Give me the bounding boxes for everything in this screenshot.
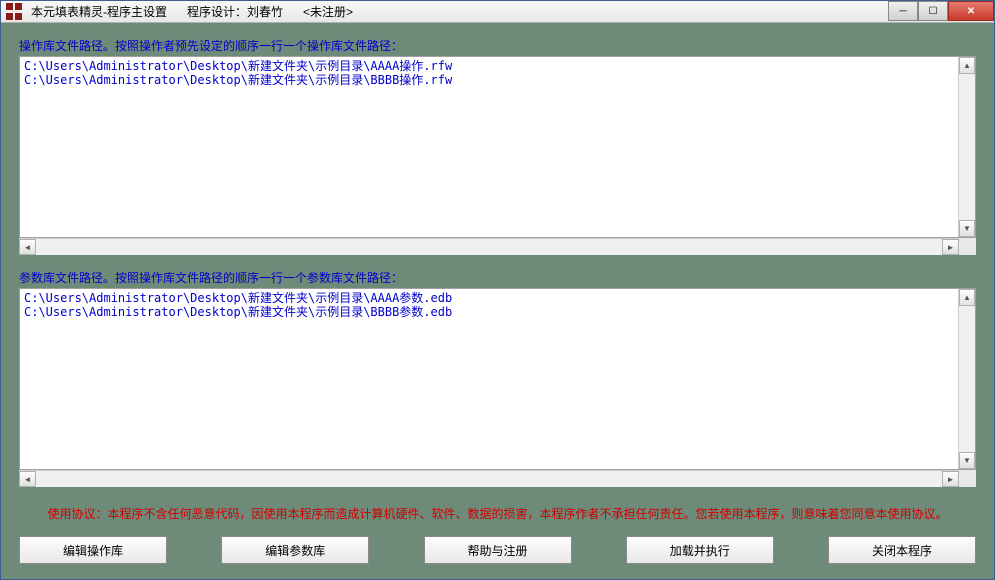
scroll-right-icon[interactable]: ►: [942, 239, 959, 255]
help-register-button[interactable]: 帮助与注册: [424, 536, 572, 564]
designer-label: 程序设计：刘春竹: [187, 3, 283, 20]
registration-status: <未注册>: [303, 3, 353, 20]
minimize-button[interactable]: ─: [888, 1, 918, 21]
params-vertical-scrollbar[interactable]: ▲ ▼: [958, 289, 975, 469]
scroll-left-icon[interactable]: ◄: [19, 471, 36, 487]
scroll-down-icon[interactable]: ▼: [959, 452, 975, 469]
ops-path-textbox-container: C:\Users\Administrator\Desktop\新建文件夹\示例目…: [19, 56, 976, 255]
scroll-left-icon[interactable]: ◄: [19, 239, 36, 255]
main-window: 本元填表精灵-程序主设置 程序设计：刘春竹 <未注册> ─ ☐ ✕ 操作库文件路…: [0, 0, 995, 580]
scroll-corner: [959, 470, 976, 487]
maximize-button[interactable]: ☐: [918, 1, 948, 21]
ops-horizontal-scrollbar[interactable]: ◄ ►: [19, 238, 959, 255]
close-button[interactable]: ✕: [948, 1, 994, 21]
titlebar-text: 本元填表精灵-程序主设置 程序设计：刘春竹 <未注册>: [31, 3, 353, 20]
client-area: 操作库文件路径。按照操作者预先设定的顺序一行一个操作库文件路径： C:\User…: [1, 23, 994, 579]
window-controls: ─ ☐ ✕: [888, 1, 994, 21]
params-path-textbox[interactable]: C:\Users\Administrator\Desktop\新建文件夹\示例目…: [20, 289, 958, 469]
load-execute-button[interactable]: 加载并执行: [626, 536, 774, 564]
scroll-down-icon[interactable]: ▼: [959, 220, 975, 237]
scroll-corner: [959, 238, 976, 255]
button-row: 编辑操作库 编辑参数库 帮助与注册 加载并执行 关闭本程序: [19, 536, 976, 564]
ops-path-textbox[interactable]: C:\Users\Administrator\Desktop\新建文件夹\示例目…: [20, 57, 958, 237]
app-icon: [5, 2, 25, 22]
scroll-right-icon[interactable]: ►: [942, 471, 959, 487]
edit-ops-button[interactable]: 编辑操作库: [19, 536, 167, 564]
scroll-up-icon[interactable]: ▲: [959, 289, 975, 306]
usage-agreement-text: 使用协议：本程序不含任何恶意代码，因使用本程序而造成计算机硬件、软件、数据的损害…: [19, 505, 976, 522]
ops-path-label: 操作库文件路径。按照操作者预先设定的顺序一行一个操作库文件路径：: [19, 37, 976, 54]
params-path-textbox-container: C:\Users\Administrator\Desktop\新建文件夹\示例目…: [19, 288, 976, 487]
params-horizontal-scrollbar[interactable]: ◄ ►: [19, 470, 959, 487]
titlebar: 本元填表精灵-程序主设置 程序设计：刘春竹 <未注册> ─ ☐ ✕: [1, 1, 994, 23]
scroll-up-icon[interactable]: ▲: [959, 57, 975, 74]
params-path-label: 参数库文件路径。按照操作库文件路径的顺序一行一个参数库文件路径：: [19, 269, 976, 286]
ops-vertical-scrollbar[interactable]: ▲ ▼: [958, 57, 975, 237]
window-title: 本元填表精灵-程序主设置: [31, 3, 167, 20]
close-program-button[interactable]: 关闭本程序: [828, 536, 976, 564]
edit-params-button[interactable]: 编辑参数库: [221, 536, 369, 564]
